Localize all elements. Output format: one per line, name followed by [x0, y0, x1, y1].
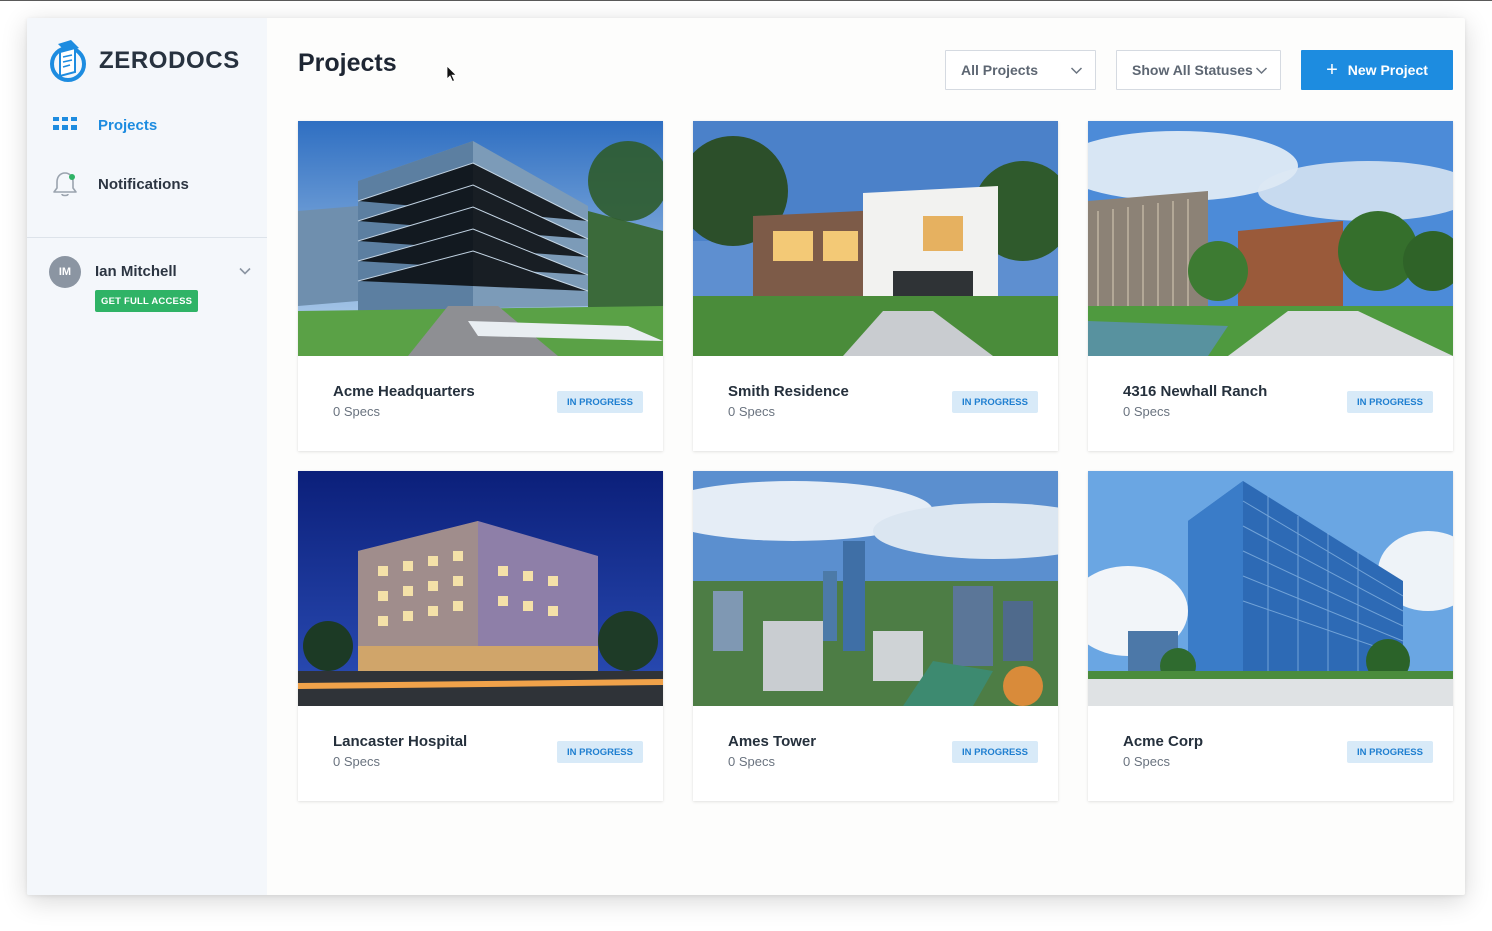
project-thumbnail: [298, 121, 663, 356]
project-name: Acme Corp: [1123, 733, 1204, 750]
status-badge: IN PROGRESS: [952, 741, 1038, 763]
project-name: Acme Headquarters: [333, 383, 475, 400]
app-name: ZERODOCS: [99, 47, 240, 74]
project-thumbnail: [1088, 471, 1453, 706]
project-thumbnail: [693, 121, 1058, 356]
screen-top-border: [0, 0, 1492, 1]
chevron-down-icon[interactable]: [238, 264, 252, 278]
project-spec-count: 0 Specs: [1123, 404, 1170, 419]
status-badge: IN PROGRESS: [557, 391, 643, 413]
project-spec-count: 0 Specs: [333, 754, 380, 769]
project-spec-count: 0 Specs: [1123, 754, 1170, 769]
sidebar-item-projects[interactable]: Projects: [51, 111, 157, 139]
project-card[interactable]: Lancaster Hospital 0 Specs IN PROGRESS: [298, 471, 663, 801]
project-thumbnail: [693, 471, 1058, 706]
project-card[interactable]: Acme Headquarters 0 Specs IN PROGRESS: [298, 121, 663, 451]
project-name: 4316 Newhall Ranch: [1123, 383, 1268, 400]
mouse-cursor-icon: [446, 65, 458, 83]
zerodocs-logo-icon: [50, 40, 86, 82]
page-title: Projects: [298, 49, 397, 77]
sidebar-divider: [27, 237, 267, 238]
new-project-button[interactable]: + New Project: [1301, 50, 1453, 90]
project-spec-count: 0 Specs: [728, 754, 775, 769]
avatar[interactable]: IM: [49, 256, 81, 288]
project-card[interactable]: Ames Tower 0 Specs IN PROGRESS: [693, 471, 1058, 801]
project-spec-count: 0 Specs: [728, 404, 775, 419]
user-name[interactable]: Ian Mitchell: [95, 263, 177, 280]
sidebar-item-label: Notifications: [98, 175, 189, 193]
project-card[interactable]: Smith Residence 0 Specs IN PROGRESS: [693, 121, 1058, 451]
status-badge: IN PROGRESS: [557, 741, 643, 763]
plus-icon: +: [1326, 58, 1338, 81]
project-filter-select[interactable]: All Projects: [945, 50, 1096, 90]
logo[interactable]: ZERODOCS: [49, 38, 240, 84]
project-name: Ames Tower: [728, 733, 817, 750]
sidebar-item-label: Projects: [98, 116, 158, 134]
project-thumbnail: [1088, 121, 1453, 356]
status-filter-value: Show All Statuses: [1132, 62, 1253, 78]
get-full-access-button[interactable]: GET FULL ACCESS: [95, 290, 199, 312]
status-filter-select[interactable]: Show All Statuses: [1116, 50, 1281, 90]
grid-icon: [51, 111, 79, 139]
project-card[interactable]: 4316 Newhall Ranch 0 Specs IN PROGRESS: [1088, 121, 1453, 451]
chevron-down-icon: [1070, 67, 1083, 75]
project-name: Lancaster Hospital: [333, 733, 468, 750]
project-thumbnail: [298, 471, 663, 706]
sidebar-item-notifications[interactable]: Notifications: [51, 170, 189, 198]
project-spec-count: 0 Specs: [333, 404, 380, 419]
app-window: ZERODOCS Projects Notifications IM Ian M…: [27, 18, 1465, 895]
project-name: Smith Residence: [728, 383, 849, 400]
project-card[interactable]: Acme Corp 0 Specs IN PROGRESS: [1088, 471, 1453, 801]
bell-icon: [51, 170, 79, 198]
status-badge: IN PROGRESS: [952, 391, 1038, 413]
sidebar: ZERODOCS Projects Notifications IM Ian M…: [27, 18, 267, 895]
new-project-label: New Project: [1347, 62, 1428, 78]
status-badge: IN PROGRESS: [1347, 741, 1433, 763]
chevron-down-icon: [1255, 67, 1268, 75]
status-badge: IN PROGRESS: [1347, 391, 1433, 413]
project-filter-value: All Projects: [961, 62, 1039, 78]
